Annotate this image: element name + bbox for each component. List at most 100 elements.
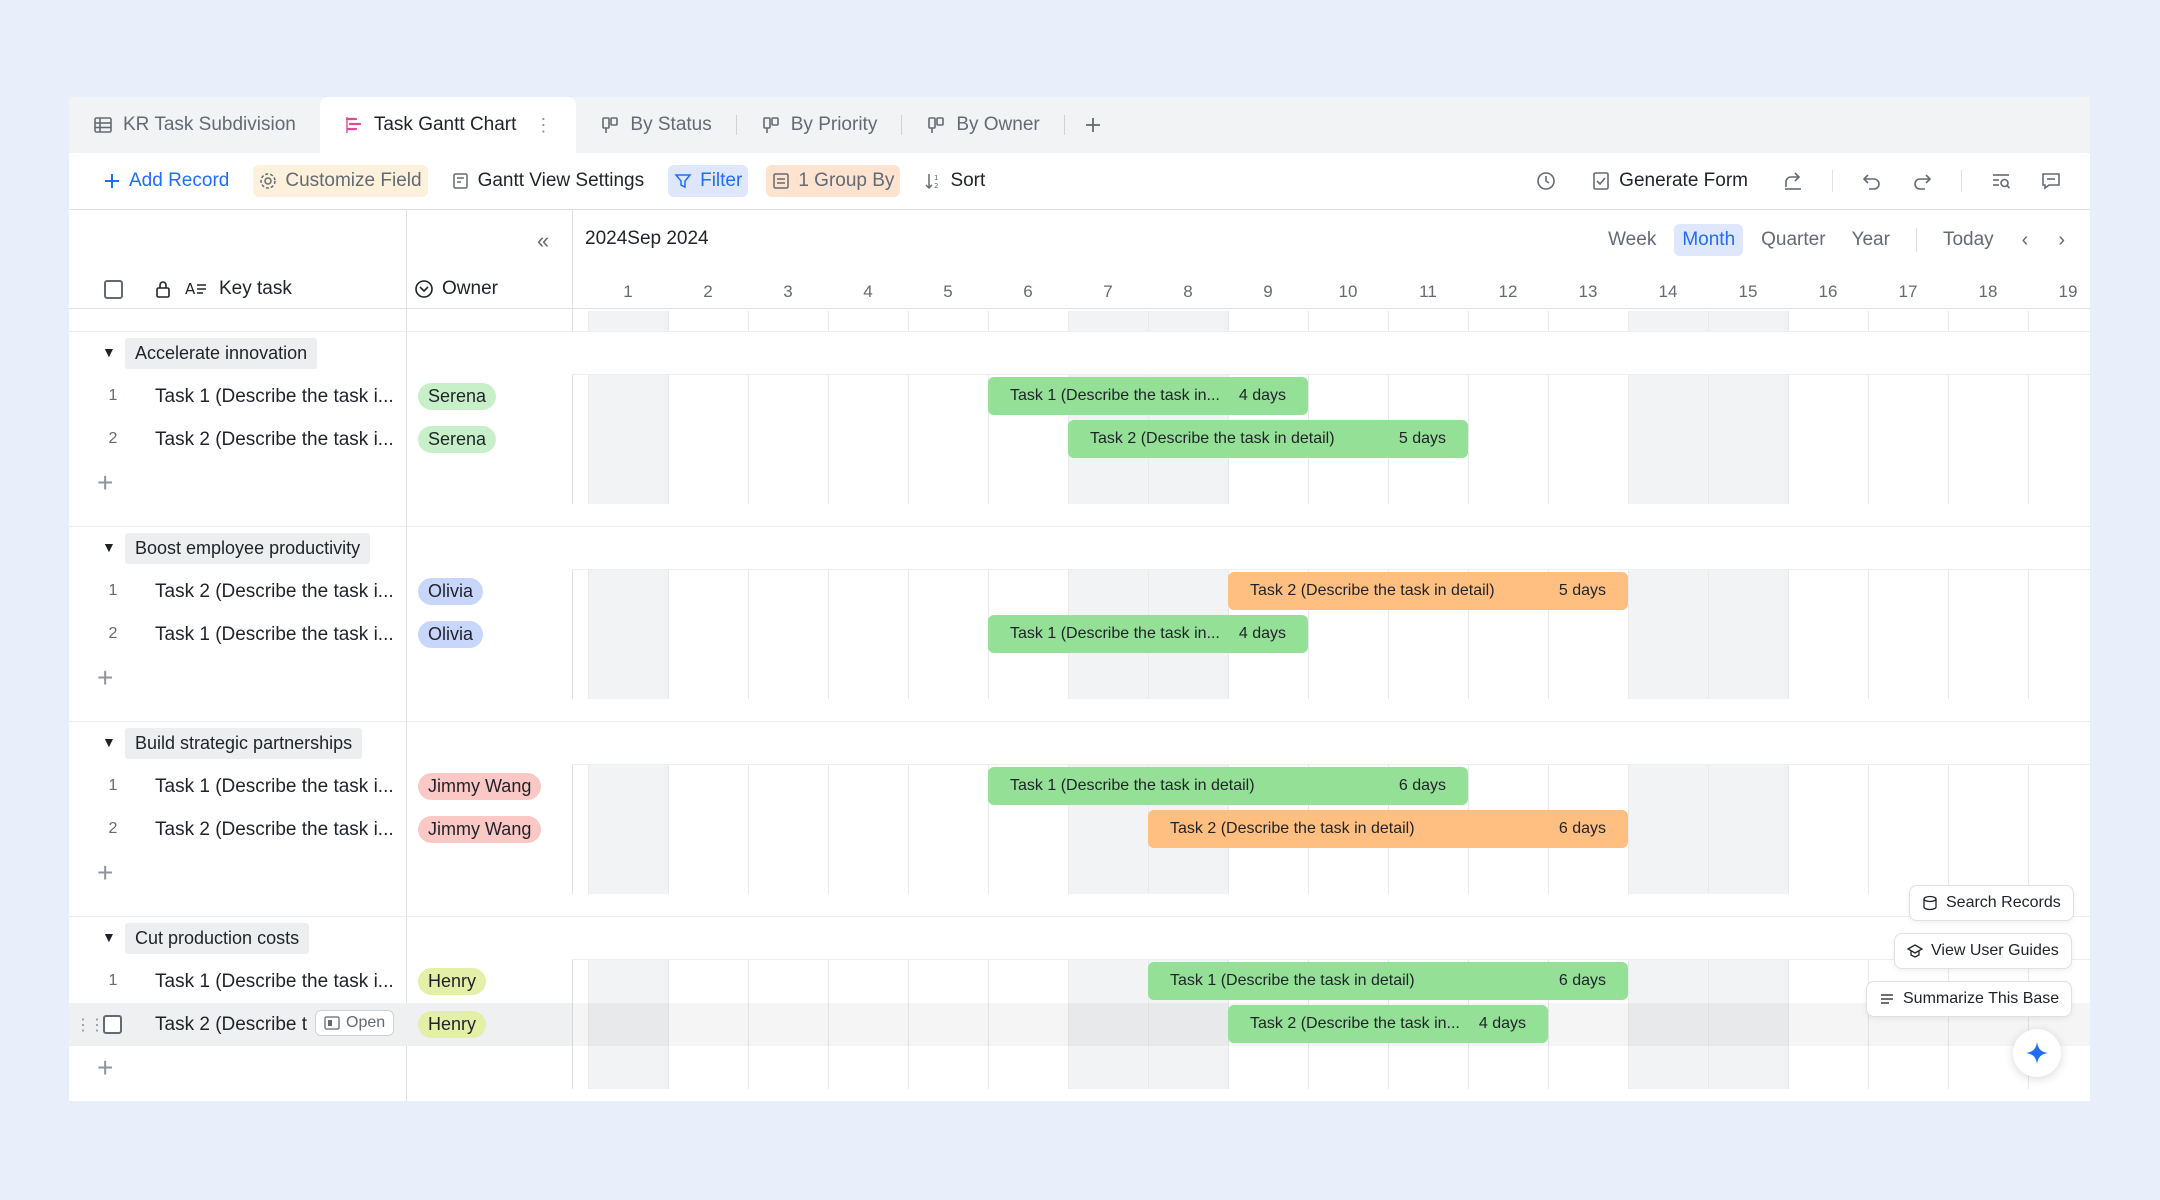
scale-quarter[interactable]: Quarter [1753,224,1833,256]
record-row[interactable]: 2 Task 2 (Describe the task i... Jimmy Wan… [69,808,572,851]
chevron-left-icon[interactable]: ‹ [2012,229,2039,252]
gantt-bar[interactable]: Task 2 (Describe the task in detail) 5 da… [1228,572,1628,610]
gantt-bar[interactable]: Task 2 (Describe the task in detail) 5 da… [1068,420,1468,458]
filter-icon [674,174,692,189]
add-view-button[interactable] [1065,97,1121,153]
plus-icon[interactable]: + [97,1052,113,1084]
scale-month[interactable]: Month [1674,224,1744,256]
gantt-bar[interactable]: Task 2 (Describe the task in detail) 6 da… [1148,810,1628,848]
task-title[interactable]: Task 2 (Describe the task i... [155,581,400,603]
tab-kr-task-subdivision[interactable]: KR Task Subdivision [69,97,320,153]
owner-tag[interactable]: Serena [418,383,497,410]
record-list: ▼ Accelerate innovation 1 Task 1 (Describe … [69,311,572,1101]
view-user-guides-button[interactable]: View User Guides [1894,933,2072,969]
sort-button[interactable]: 12 Sort [918,165,991,197]
add-record-row[interactable]: + [69,1046,572,1089]
owner-tag[interactable]: Serena [418,426,497,453]
task-title[interactable]: Task 2 (Describe the task i... [155,429,400,451]
search-records-button[interactable]: Search Records [1909,885,2074,921]
customize-field-button[interactable]: Customize Field [253,165,428,197]
scale-year[interactable]: Year [1844,224,1898,256]
gantt-bar[interactable]: Task 1 (Describe the task in detail) 6 da… [988,767,1468,805]
today-button[interactable]: Today [1935,224,2002,256]
record-row[interactable]: 2 Task 1 (Describe the task i... Olivia [69,613,572,656]
caret-down-icon[interactable]: ▼ [102,734,116,750]
caret-down-icon[interactable]: ▼ [102,539,116,555]
day-label: 8 [1183,282,1193,301]
owner-tag[interactable]: Henry [418,968,487,995]
record-row[interactable]: 1 Task 1 (Describe the task i... Serena [69,375,572,418]
owner-header[interactable]: Owner [414,278,498,300]
share-icon[interactable] [1782,170,1804,192]
group-header-band [572,331,2090,375]
add-record-button[interactable]: Add Record [97,165,235,197]
toolbar-right: Generate Form [1535,165,2062,197]
plus-icon[interactable]: + [97,467,113,499]
record-row[interactable]: ⋮⋮ Task 2 (Describe t Open Henry [69,1003,572,1046]
ai-assistant-button[interactable] [2013,1029,2061,1077]
open-record-button[interactable]: Open [315,1010,395,1036]
redo-icon[interactable] [1911,170,1933,192]
task-title[interactable]: Task 1 (Describe the task i... [155,971,400,993]
record-row[interactable]: 2 Task 2 (Describe the task i... Serena [69,418,572,461]
owner-tag[interactable]: Olivia [418,578,484,605]
undo-icon[interactable] [1861,170,1883,192]
gantt-bar[interactable]: Task 1 (Describe the task in... 4 days [988,377,1308,415]
view-tabs: KR Task Subdivision Task Gantt Chart ⋮ B… [69,97,2090,153]
generate-form-button[interactable]: Generate Form [1585,165,1754,197]
bar-duration: 4 days [1478,1015,1526,1032]
tab-by-priority[interactable]: By Priority [737,97,902,153]
group-header[interactable]: ▼ Accelerate innovation [69,331,572,375]
key-task-label: Key task [219,278,292,299]
more-options-icon[interactable]: ⋮ [534,115,552,136]
scale-week[interactable]: Week [1600,224,1664,256]
summarize-label: Summarize This Base [1903,990,2060,1007]
settings-icon [452,173,468,189]
gantt-bar[interactable]: Task 2 (Describe the task in... 4 days [1228,1005,1548,1043]
record-row[interactable]: 1 Task 1 (Describe the task i... Jimmy Wan… [69,765,572,808]
owner-tag[interactable]: Henry [418,1011,487,1038]
caret-down-icon[interactable]: ▼ [102,929,116,945]
select-all-checkbox[interactable] [104,279,123,299]
group-by-button[interactable]: 1 Group By [766,165,901,197]
history-icon[interactable] [1535,170,1557,192]
row-checkbox[interactable] [103,1015,122,1034]
owner-tag[interactable]: Olivia [418,621,484,648]
comment-icon[interactable] [2040,170,2062,192]
plus-icon[interactable]: + [97,857,113,889]
record-row[interactable]: 1 Task 1 (Describe the task i... Henry [69,960,572,1003]
find-icon[interactable] [1990,170,2012,192]
owner-tag[interactable]: Jimmy Wang [418,773,542,800]
add-record-row[interactable]: + [69,851,572,894]
owner-tag[interactable]: Jimmy Wang [418,816,542,843]
add-record-row[interactable]: + [69,461,572,504]
key-task-header[interactable]: A Key task [104,278,292,300]
bar-duration: 4 days [1238,625,1286,642]
task-title[interactable]: Task 1 (Describe the task i... [155,776,400,798]
summarize-base-button[interactable]: Summarize This Base [1866,981,2073,1017]
group-header[interactable]: ▼ Cut production costs [69,916,572,960]
chevron-right-icon[interactable]: › [2048,229,2075,252]
gantt-view-settings-label: Gantt View Settings [477,170,645,191]
group-header[interactable]: ▼ Build strategic partnerships [69,721,572,765]
tab-by-status[interactable]: By Status [576,97,735,153]
record-row[interactable]: 1 Task 2 (Describe the task i... Olivia [69,570,572,613]
tab-label: Task Gantt Chart [373,114,517,135]
plus-icon[interactable]: + [97,662,113,694]
tab-task-gantt-chart[interactable]: Task Gantt Chart ⋮ [319,97,577,153]
gantt-bar[interactable]: Task 1 (Describe the task in detail) 6 da… [1148,962,1628,1000]
drag-handle-icon[interactable]: ⋮⋮ [75,1015,105,1035]
tab-by-owner[interactable]: By Owner [902,97,1063,153]
filter-button[interactable]: Filter [668,165,749,197]
caret-down-icon[interactable]: ▼ [102,344,116,360]
task-title[interactable]: Task 2 (Describe the task i... [155,819,400,841]
day-label: 2 [703,282,713,301]
add-record-row[interactable]: + [69,656,572,699]
task-title[interactable]: Task 1 (Describe the task i... [155,624,400,646]
gantt-bar[interactable]: Task 1 (Describe the task in... 4 days [988,615,1308,653]
gantt-view-settings-button[interactable]: Gantt View Settings [446,165,651,197]
task-title[interactable]: Task 1 (Describe the task i... [155,386,400,408]
collapse-panel-icon[interactable]: « [537,228,549,254]
day-label: 5 [943,282,953,301]
group-header[interactable]: ▼ Boost employee productivity [69,526,572,570]
